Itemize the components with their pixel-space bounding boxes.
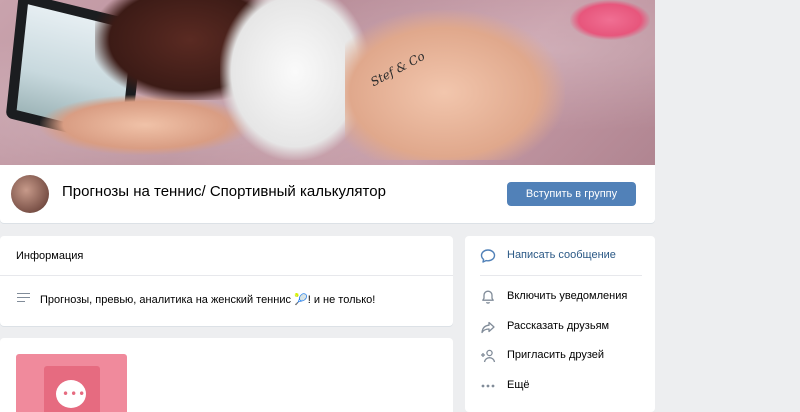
posts-card: ••• [0, 338, 453, 412]
actions-divider [480, 275, 642, 276]
share-label: Рассказать друзьям [507, 320, 610, 332]
actions-card: Написать сообщение Включить уведомления … [465, 236, 655, 412]
share-action[interactable]: Рассказать друзьям [465, 312, 655, 342]
info-divider [0, 275, 453, 276]
group-title: Прогнозы на теннис/ Спортивный калькулят… [62, 183, 386, 200]
description-lines-icon [17, 293, 30, 303]
add-user-icon [481, 349, 496, 363]
share-icon [481, 321, 495, 334]
more-icon [481, 384, 495, 388]
invite-friends-action[interactable]: Пригласить друзей [465, 341, 655, 371]
post-thumbnail[interactable]: ••• [16, 354, 127, 412]
cover-shoes [570, 0, 650, 40]
info-title[interactable]: Информация [16, 250, 83, 262]
invite-friends-label: Пригласить друзей [507, 349, 605, 361]
info-card: Информация Прогнозы, превью, аналитика н… [0, 236, 453, 326]
cover-image: Stef & Co [0, 0, 655, 165]
more-label: Ещё [507, 379, 530, 391]
bell-icon [482, 290, 494, 304]
group-description: Прогнозы, превью, аналитика на женский т… [40, 294, 376, 306]
notifications-action[interactable]: Включить уведомления [465, 282, 655, 312]
join-group-button[interactable]: Вступить в группу [507, 182, 636, 206]
group-avatar[interactable] [11, 175, 49, 213]
cover-arm [40, 95, 250, 155]
message-icon [480, 249, 496, 263]
write-message-action[interactable]: Написать сообщение [465, 241, 655, 271]
write-message-label: Написать сообщение [507, 249, 616, 261]
notifications-label: Включить уведомления [507, 290, 628, 302]
more-action[interactable]: Ещё [465, 371, 655, 401]
